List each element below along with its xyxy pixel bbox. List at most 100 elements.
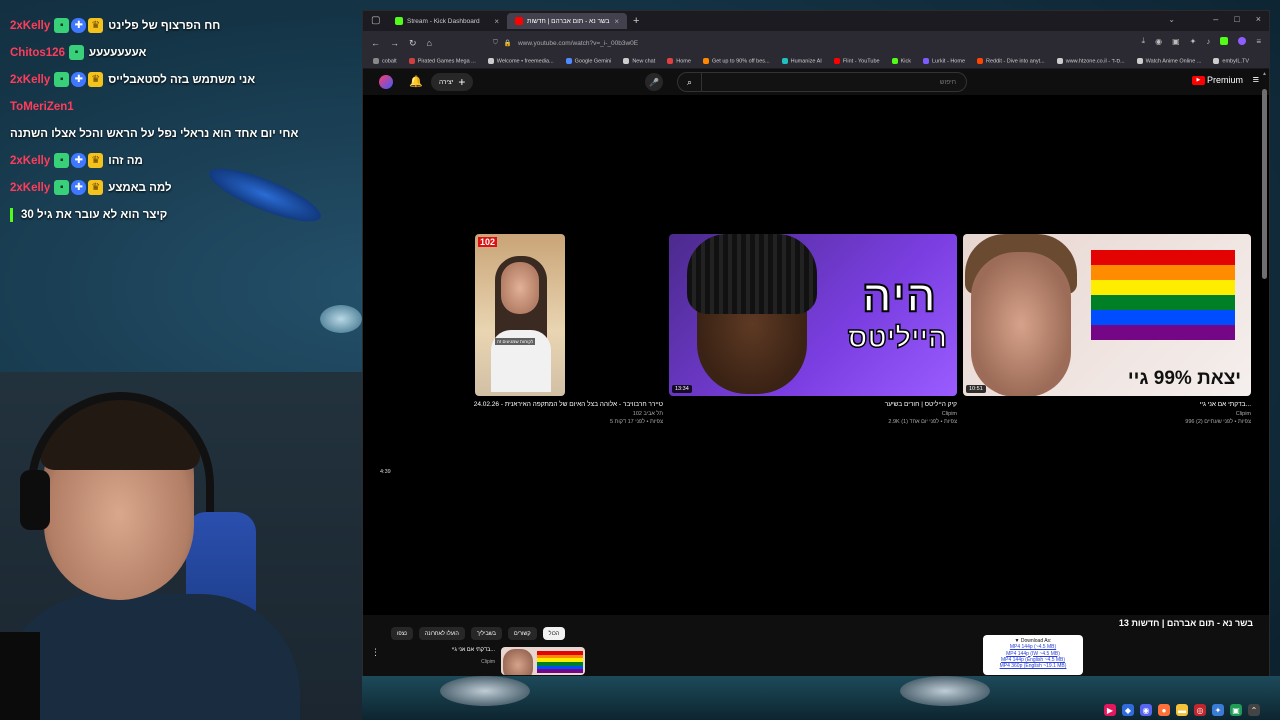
filter-chip[interactable]: בשביליך [470,627,502,640]
close-icon[interactable]: × [614,17,619,26]
bookmark-item[interactable]: Flint - YouTube [833,58,880,65]
filter-chip[interactable]: נצפו [391,627,413,640]
chat-username[interactable]: ToMeriZen1 [10,101,74,113]
media-icon[interactable]: ▶ [1104,704,1116,716]
tab-kick-dashboard[interactable]: Stream - Kick Dashboard × [387,13,507,29]
filter-chip[interactable]: הועלו לאחרונה [418,627,465,640]
extensions-icon[interactable]: ✦ [1190,37,1197,46]
kick-app-icon[interactable]: ▣ [1230,704,1242,716]
page-scrollbar[interactable]: ▲ [1262,71,1267,671]
hamburger-menu-icon[interactable]: ≡ [1253,74,1259,86]
related-video-item[interactable]: ⋮ בדקתי אם אני גיי... Clipim [371,647,585,675]
related-video-channel[interactable]: Clipim [385,659,495,665]
shield-icon[interactable]: ⛉ [493,39,498,47]
bookmark-item[interactable]: Google Gemini [565,58,611,65]
chat-username[interactable]: 2xKelly [10,155,50,167]
reload-icon[interactable]: ↻ [409,38,417,49]
video-channel[interactable]: 102 תל אביב [433,411,663,417]
chat-username[interactable]: 2xKelly [10,182,50,194]
related-video-title[interactable]: בדקתי אם אני גיי... [385,647,495,653]
chat-message: 2xKelly ▪ ✚ ♛ למה באמצע [10,174,362,201]
discord-icon[interactable]: ◉ [1140,704,1152,716]
video-thumbnail[interactable]: 102 לקוחות שמגיעים זה [475,234,565,396]
close-icon[interactable]: × [494,17,499,26]
chat-message: ToMeriZen1 [10,93,362,120]
scroll-up-icon[interactable]: ▲ [1262,71,1267,77]
bookmark-item[interactable]: Reddit - Dive into anyt... [977,58,1045,65]
chat-username[interactable]: 2xKelly [10,74,50,86]
download-option[interactable]: MP4 360p (English ~19.1 MB) [987,663,1079,669]
lock-icon[interactable]: 🔒 [504,39,512,47]
video-title[interactable]: 24.02.26 - טיירר חרבוויבר - אלוהה בצל הא… [433,401,663,408]
search-input[interactable] [702,78,966,86]
account-icon[interactable]: ◉ [1155,37,1162,46]
video-title[interactable]: קיק הייליטס | חורים בשיער [669,401,957,408]
endscreen-video-card[interactable]: יצאת 99% גיי 10:51 בדקתי אם אני גיי... C… [963,234,1251,425]
video-title[interactable]: בדקתי אם אני גיי... [963,401,1251,408]
menu-icon[interactable]: ≡ [1256,37,1261,46]
scroll-thumb[interactable] [1262,89,1267,279]
folder-icon[interactable]: ▬ [1176,704,1188,716]
endscreen-video-card[interactable]: היה הייליטס 13:34 קיק הייליטס | חורים בש… [669,234,957,425]
more-options-icon[interactable]: ⋮ [371,647,380,658]
filter-chip[interactable]: קשורים [507,627,537,640]
forward-icon[interactable]: → [390,38,399,48]
new-tab-icon[interactable]: + [633,15,639,27]
video-player-endscreen[interactable]: יצאת 99% גיי 10:51 בדקתי אם אני גיי... C… [363,95,1269,615]
save-icon[interactable]: ▣ [1172,37,1180,46]
tab-youtube[interactable]: בשר נא - תום אברהם | חדשות × [507,13,627,29]
bookmark-item[interactable]: Watch Anime Online ... [1136,58,1202,65]
youtube-premium-logo[interactable]: ▶ Premium [1191,75,1243,85]
kick-extension-icon[interactable] [1220,37,1229,45]
back-icon[interactable]: ← [371,38,380,48]
video-thumbnail[interactable]: היה הייליטס 13:34 [669,234,957,396]
crown-icon: ♛ [88,180,104,195]
url-bar[interactable]: ⛉ 🔒 www.youtube.com/watch?v=_i-_00b3w0E [493,35,1053,51]
bookmark-item[interactable]: Home [667,58,691,65]
maximize-icon[interactable]: □ [1234,14,1239,24]
shield-icon: ✚ [71,180,87,195]
bookmark-item[interactable]: Welcome • freemedia... [487,58,554,65]
home-icon[interactable]: ⌂ [427,38,432,48]
bookmark-favicon-icon [623,58,630,65]
chevron-down-icon[interactable]: ⌄ [1168,15,1175,24]
bell-icon[interactable]: 🔔 [409,75,423,88]
bookmark-item[interactable]: Lurkit - Home [923,58,965,65]
video-channel[interactable]: Clipim [963,411,1251,417]
video-thumbnail[interactable]: יצאת 99% גיי 10:51 [963,234,1251,396]
obs-icon[interactable]: ◎ [1194,704,1206,716]
bookmark-item[interactable]: embyIL.TV [1213,58,1249,65]
search-icon[interactable]: ⌕ [678,72,702,92]
related-video-thumbnail[interactable] [501,647,585,675]
bookmark-item[interactable]: cobalt [373,58,397,65]
app-icon[interactable]: ◆ [1122,704,1134,716]
mic-icon[interactable]: 🎤 [645,73,663,91]
avatar[interactable] [379,75,393,89]
create-button[interactable]: יצירה + [431,73,474,91]
audio-icon[interactable]: ♪ [1206,37,1210,46]
crown-icon: ♛ [88,18,104,33]
purple-extension-icon[interactable] [1238,37,1247,45]
video-channel[interactable]: Clipim [669,411,957,417]
bookmark-label: Watch Anime Online ... [1145,58,1202,65]
tray-overflow-icon[interactable]: ⌃ [1248,704,1260,716]
bookmark-item[interactable]: New chat [623,58,656,65]
download-icon[interactable]: ⤓ [1142,36,1146,46]
close-window-icon[interactable]: × [1256,14,1261,24]
related-video-text[interactable]: בדקתי אם אני גיי... Clipim [385,647,495,665]
bookmark-item[interactable]: www.htzone.co.il - ס-ד... [1056,58,1125,65]
filter-chip[interactable]: הכול [542,627,566,640]
settings-icon[interactable]: ✦ [1212,704,1224,716]
bookmark-item[interactable]: Kick [891,58,911,65]
minimize-icon[interactable]: – [1213,14,1218,24]
firefox-icon[interactable]: ● [1158,704,1170,716]
bookmark-item[interactable]: Humanize AI [781,58,822,65]
chat-username[interactable]: Chitos126 [10,47,65,59]
endscreen-video-card[interactable]: 102 לקוחות שמגיעים זה 24.02.26 - טיירר ח… [433,234,663,425]
tab-overview-icon[interactable]: ▢ [371,15,380,26]
bookmark-item[interactable]: Get up to 90% off bes... [702,58,770,65]
chat-username[interactable]: 2xKelly [10,20,50,32]
bookmark-favicon-icon [833,58,840,65]
bookmark-label: New chat [632,58,656,65]
bookmark-item[interactable]: Pirated Games Mega ... [408,58,476,65]
